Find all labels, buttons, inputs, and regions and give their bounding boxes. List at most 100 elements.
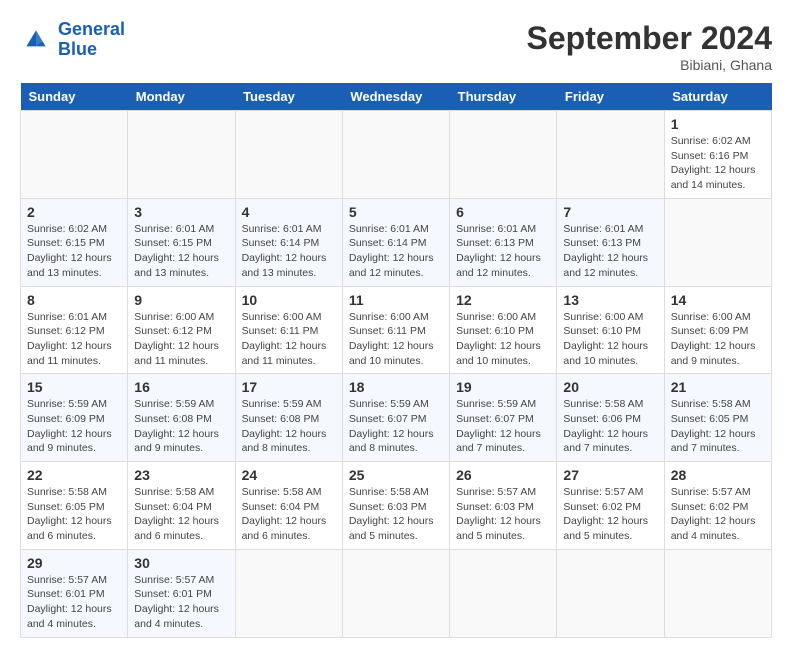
title-area: September 2024 Bibiani, Ghana	[527, 20, 772, 73]
calendar-cell: 19 Sunrise: 5:59 AM Sunset: 6:07 PM Dayli…	[450, 374, 557, 462]
calendar-cell: 18Sunrise: 5:59 AM Sunset: 6:07 PM Dayli…	[342, 374, 449, 462]
day-info: Sunrise: 5:59 AM Sunset: 6:08 PM Dayligh…	[134, 397, 228, 456]
day-info: Sunrise: 6:01 AM Sunset: 6:13 PM Dayligh…	[563, 222, 657, 281]
calendar-table: Sunday Monday Tuesday Wednesday Thursday…	[20, 83, 772, 638]
calendar-body: 1Sunrise: 6:02 AM Sunset: 6:16 PM Daylig…	[21, 111, 772, 638]
calendar-cell: 2Sunrise: 6:02 AM Sunset: 6:15 PM Daylig…	[21, 198, 128, 286]
day-number: 5	[349, 204, 443, 220]
calendar-cell: 6 Sunrise: 6:01 AM Sunset: 6:13 PM Daylig…	[450, 198, 557, 286]
day-info: Sunrise: 5:59 AM Sunset: 6:09 PM Dayligh…	[27, 397, 121, 456]
day-number: 21	[671, 379, 765, 395]
col-sunday: Sunday	[21, 83, 128, 111]
calendar-week-2: 2Sunrise: 6:02 AM Sunset: 6:15 PM Daylig…	[21, 198, 772, 286]
day-number: 19	[456, 379, 550, 395]
day-info: Sunrise: 6:01 AM Sunset: 6:12 PM Dayligh…	[27, 310, 121, 369]
day-info: Sunrise: 5:59 AM Sunset: 6:07 PM Dayligh…	[456, 397, 550, 456]
calendar-cell: 26Sunrise: 5:57 AM Sunset: 6:03 PM Dayli…	[450, 462, 557, 550]
day-number: 25	[349, 467, 443, 483]
day-number: 20	[563, 379, 657, 395]
calendar-cell: 22Sunrise: 5:58 AM Sunset: 6:05 PM Dayli…	[21, 462, 128, 550]
calendar-cell: 15Sunrise: 5:59 AM Sunset: 6:09 PM Dayli…	[21, 374, 128, 462]
calendar-cell	[450, 549, 557, 637]
day-number: 10	[242, 292, 336, 308]
day-info: Sunrise: 6:01 AM Sunset: 6:15 PM Dayligh…	[134, 222, 228, 281]
calendar-cell: 13 Sunrise: 6:00 AM Sunset: 6:10 PM Dayli…	[557, 286, 664, 374]
day-info: Sunrise: 5:58 AM Sunset: 6:05 PM Dayligh…	[671, 397, 765, 456]
logo-icon	[20, 24, 52, 56]
calendar-cell	[342, 549, 449, 637]
calendar-cell: 10 Sunrise: 6:00 AM Sunset: 6:11 PM Dayli…	[235, 286, 342, 374]
calendar-cell: 24 Sunrise: 5:58 AM Sunset: 6:04 PM Dayli…	[235, 462, 342, 550]
day-info: Sunrise: 6:00 AM Sunset: 6:11 PM Dayligh…	[349, 310, 443, 369]
day-info: Sunrise: 5:59 AM Sunset: 6:08 PM Dayligh…	[242, 397, 336, 456]
calendar-cell	[664, 198, 771, 286]
header-row: Sunday Monday Tuesday Wednesday Thursday…	[21, 83, 772, 111]
calendar-cell: 23Sunrise: 5:58 AM Sunset: 6:04 PM Dayli…	[128, 462, 235, 550]
day-number: 3	[134, 204, 228, 220]
day-info: Sunrise: 6:01 AM Sunset: 6:14 PM Dayligh…	[349, 222, 443, 281]
calendar-cell	[235, 549, 342, 637]
calendar-cell: 7 Sunrise: 6:01 AM Sunset: 6:13 PM Daylig…	[557, 198, 664, 286]
day-number: 17	[242, 379, 336, 395]
day-info: Sunrise: 5:58 AM Sunset: 6:04 PM Dayligh…	[134, 485, 228, 544]
calendar-cell: 21 Sunrise: 5:58 AM Sunset: 6:05 PM Dayli…	[664, 374, 771, 462]
day-number: 26	[456, 467, 550, 483]
day-info: Sunrise: 6:00 AM Sunset: 6:12 PM Dayligh…	[134, 310, 228, 369]
calendar-cell: 30 Sunrise: 5:57 AM Sunset: 6:01 PM Dayli…	[128, 549, 235, 637]
calendar-cell	[342, 111, 449, 199]
logo-text: General Blue	[58, 20, 125, 60]
day-info: Sunrise: 5:57 AM Sunset: 6:01 PM Dayligh…	[134, 573, 228, 632]
col-tuesday: Tuesday	[235, 83, 342, 111]
calendar-cell	[450, 111, 557, 199]
calendar-week-3: 8 Sunrise: 6:01 AM Sunset: 6:12 PM Daylig…	[21, 286, 772, 374]
calendar-cell	[235, 111, 342, 199]
calendar-week-6: 29Sunrise: 5:57 AM Sunset: 6:01 PM Dayli…	[21, 549, 772, 637]
calendar-cell	[557, 549, 664, 637]
day-info: Sunrise: 6:00 AM Sunset: 6:09 PM Dayligh…	[671, 310, 765, 369]
calendar-cell	[557, 111, 664, 199]
calendar-cell: 4 Sunrise: 6:01 AM Sunset: 6:14 PM Daylig…	[235, 198, 342, 286]
day-info: Sunrise: 5:58 AM Sunset: 6:06 PM Dayligh…	[563, 397, 657, 456]
day-number: 28	[671, 467, 765, 483]
col-thursday: Thursday	[450, 83, 557, 111]
location: Bibiani, Ghana	[527, 57, 772, 73]
header: General Blue September 2024 Bibiani, Gha…	[20, 20, 772, 73]
day-number: 30	[134, 555, 228, 571]
calendar-cell: 28 Sunrise: 5:57 AM Sunset: 6:02 PM Dayli…	[664, 462, 771, 550]
day-info: Sunrise: 6:01 AM Sunset: 6:14 PM Dayligh…	[242, 222, 336, 281]
calendar-cell	[128, 111, 235, 199]
day-number: 6	[456, 204, 550, 220]
day-info: Sunrise: 6:00 AM Sunset: 6:10 PM Dayligh…	[563, 310, 657, 369]
calendar-cell: 9 Sunrise: 6:00 AM Sunset: 6:12 PM Daylig…	[128, 286, 235, 374]
calendar-week-4: 15Sunrise: 5:59 AM Sunset: 6:09 PM Dayli…	[21, 374, 772, 462]
day-info: Sunrise: 5:57 AM Sunset: 6:01 PM Dayligh…	[27, 573, 121, 632]
logo: General Blue	[20, 20, 125, 60]
day-info: Sunrise: 5:58 AM Sunset: 6:04 PM Dayligh…	[242, 485, 336, 544]
calendar-cell: 16 Sunrise: 5:59 AM Sunset: 6:08 PM Dayli…	[128, 374, 235, 462]
calendar-cell	[664, 549, 771, 637]
day-number: 8	[27, 292, 121, 308]
day-number: 18	[349, 379, 443, 395]
calendar-cell: 3 Sunrise: 6:01 AM Sunset: 6:15 PM Daylig…	[128, 198, 235, 286]
calendar-week-1: 1Sunrise: 6:02 AM Sunset: 6:16 PM Daylig…	[21, 111, 772, 199]
day-number: 9	[134, 292, 228, 308]
day-info: Sunrise: 6:01 AM Sunset: 6:13 PM Dayligh…	[456, 222, 550, 281]
calendar-cell: 8 Sunrise: 6:01 AM Sunset: 6:12 PM Daylig…	[21, 286, 128, 374]
calendar-cell: 29Sunrise: 5:57 AM Sunset: 6:01 PM Dayli…	[21, 549, 128, 637]
col-saturday: Saturday	[664, 83, 771, 111]
calendar-cell	[21, 111, 128, 199]
day-number: 2	[27, 204, 121, 220]
day-number: 13	[563, 292, 657, 308]
day-info: Sunrise: 5:58 AM Sunset: 6:03 PM Dayligh…	[349, 485, 443, 544]
calendar-week-5: 22Sunrise: 5:58 AM Sunset: 6:05 PM Dayli…	[21, 462, 772, 550]
day-number: 24	[242, 467, 336, 483]
day-number: 7	[563, 204, 657, 220]
day-info: Sunrise: 5:57 AM Sunset: 6:02 PM Dayligh…	[671, 485, 765, 544]
day-number: 16	[134, 379, 228, 395]
day-number: 4	[242, 204, 336, 220]
day-info: Sunrise: 5:57 AM Sunset: 6:02 PM Dayligh…	[563, 485, 657, 544]
col-wednesday: Wednesday	[342, 83, 449, 111]
day-info: Sunrise: 6:00 AM Sunset: 6:11 PM Dayligh…	[242, 310, 336, 369]
calendar-cell: 14Sunrise: 6:00 AM Sunset: 6:09 PM Dayli…	[664, 286, 771, 374]
logo-line2: Blue	[58, 39, 97, 59]
